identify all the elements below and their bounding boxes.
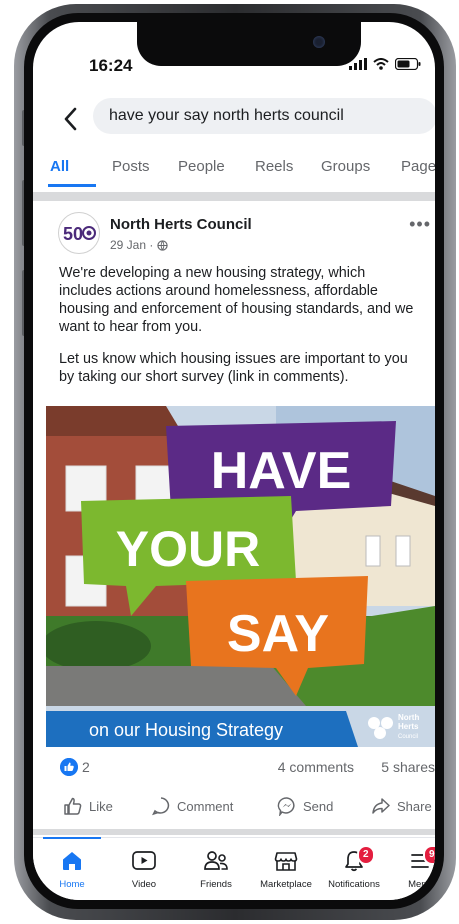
nav-menu-label: Menu	[408, 879, 432, 890]
say-text: SAY	[227, 605, 329, 663]
tab-pages[interactable]: Pages	[401, 158, 435, 175]
send-label: Send	[303, 798, 334, 814]
nav-friends[interactable]: Friends	[181, 845, 251, 890]
post-paragraph-2: Let us know which housing issues are imp…	[59, 351, 408, 385]
battery-icon	[395, 58, 421, 70]
post-image[interactable]: HAVE YOUR SAY on our Housing Strategy No…	[46, 406, 435, 747]
nav-video[interactable]: Video	[109, 845, 179, 890]
comment-label: Comment	[177, 798, 234, 814]
globe-icon	[157, 239, 169, 251]
post-text: We're developing a new housing strategy,…	[59, 264, 419, 400]
share-label: Share	[397, 798, 432, 814]
section-divider-bottom	[33, 829, 435, 835]
nav-notifications[interactable]: 2 Notifications	[319, 845, 389, 890]
svg-text:North: North	[398, 713, 419, 722]
status-icons	[349, 58, 421, 70]
nav-home[interactable]: Home	[37, 845, 107, 890]
notifications-badge: 2	[357, 845, 375, 865]
comment-icon	[152, 797, 170, 816]
messenger-icon	[277, 797, 295, 816]
have-text: HAVE	[211, 442, 352, 500]
send-button[interactable]: Send	[277, 796, 333, 816]
shares-count[interactable]: 5 shares	[381, 759, 435, 775]
thumbs-up-icon	[64, 797, 82, 815]
wifi-icon	[373, 58, 389, 70]
status-time: 16:24	[89, 56, 133, 75]
back-arrow-icon[interactable]	[59, 104, 83, 134]
bottom-nav: Home Video Friends Marketplace 2 Notific…	[33, 837, 435, 900]
your-text: YOUR	[116, 521, 260, 577]
post-header: 50 North Herts Council 29 Jan · •••	[33, 204, 435, 256]
phone-screen: 16:24 have your say north herts council …	[33, 22, 435, 900]
comments-count[interactable]: 4 comments	[278, 759, 354, 775]
post-date: 29 Jan ·	[110, 238, 154, 252]
avatar[interactable]: 50	[58, 212, 100, 254]
council-50-logo: 50	[63, 224, 96, 244]
post-author[interactable]: North Herts Council	[110, 216, 252, 233]
post-actions: Like Comment Send Share	[33, 792, 435, 824]
section-divider	[33, 192, 435, 201]
nav-video-label: Video	[131, 879, 157, 890]
menu-badge: 9+	[423, 845, 435, 865]
friends-icon	[204, 851, 228, 870]
post-paragraph-1: We're developing a new housing strategy,…	[59, 265, 414, 335]
comment-button[interactable]: Comment	[151, 796, 233, 816]
notch	[137, 22, 361, 66]
camera-icon	[313, 36, 325, 48]
svg-text:Council: Council	[398, 734, 418, 740]
reactions-row: 2 4 comments 5 shares	[33, 755, 435, 781]
more-options-icon[interactable]: •••	[409, 214, 431, 235]
post-meta: 29 Jan ·	[110, 238, 169, 252]
nav-marketplace[interactable]: Marketplace	[251, 845, 321, 890]
like-button[interactable]: Like	[63, 796, 113, 816]
svg-text:50: 50	[63, 224, 83, 244]
share-button[interactable]: Share	[371, 796, 432, 816]
tab-all[interactable]: All	[50, 158, 69, 175]
share-icon	[372, 798, 390, 814]
like-reaction-icon[interactable]	[60, 758, 78, 776]
nav-notifications-label: Notifications	[328, 879, 380, 890]
tab-reels[interactable]: Reels	[255, 158, 293, 175]
like-count[interactable]: 2	[82, 759, 90, 775]
nav-friends-label: Friends	[200, 879, 232, 890]
video-icon	[132, 851, 156, 870]
tab-people[interactable]: People	[178, 158, 225, 175]
active-tab-indicator	[48, 184, 96, 187]
home-icon	[63, 852, 81, 870]
tab-posts[interactable]: Posts	[112, 158, 150, 175]
like-label: Like	[89, 798, 113, 814]
search-input[interactable]: have your say north herts council	[93, 98, 435, 134]
search-row: have your say north herts council	[33, 98, 435, 142]
svg-text:Herts: Herts	[398, 722, 419, 731]
nav-home-label: Home	[59, 879, 85, 890]
search-tabs: All Posts People Reels Groups Pages	[33, 148, 435, 188]
have-your-say-graphic: HAVE YOUR SAY on our Housing Strategy No…	[46, 406, 435, 747]
active-nav-indicator	[43, 837, 101, 839]
marketplace-icon	[274, 852, 298, 871]
nav-marketplace-label: Marketplace	[260, 879, 312, 890]
tab-groups[interactable]: Groups	[321, 158, 370, 175]
banner-text: on our Housing Strategy	[89, 720, 283, 740]
nav-menu[interactable]: 9+ Menu	[385, 845, 435, 890]
search-query: have your say north herts council	[109, 107, 344, 124]
